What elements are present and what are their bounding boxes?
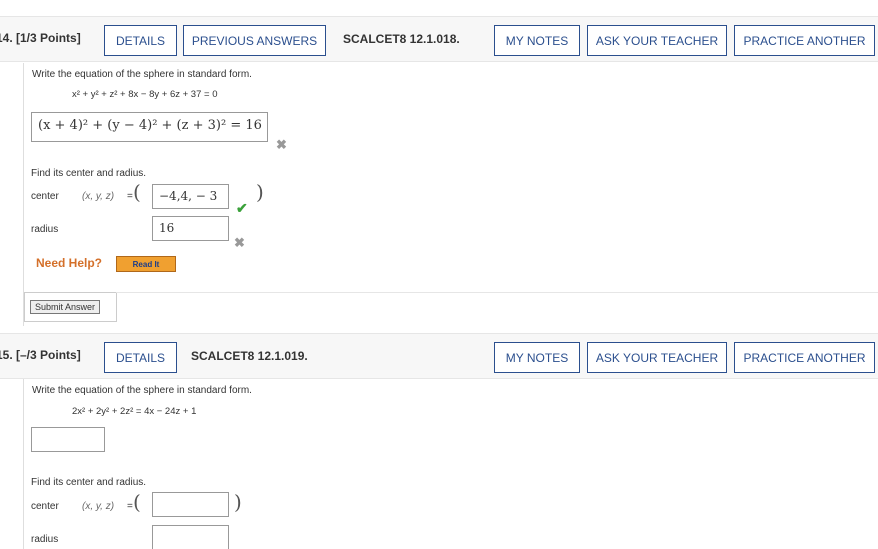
center-variables: (x, y, z) [82,501,115,512]
question-15-body: Write the equation of the sphere in stan… [23,379,878,549]
previous-answers-button[interactable]: PREVIOUS ANSWERS [183,25,326,56]
center-answer-field[interactable] [152,492,229,517]
open-paren: ( [133,180,141,204]
practice-another-button[interactable]: PRACTICE ANOTHER [734,342,875,373]
radius-answer-field[interactable]: 16 [152,216,229,241]
question-14-body: Write the equation of the sphere in stan… [23,63,878,326]
center-answer-field[interactable]: −4,4, − 3 [152,184,229,209]
find-center-radius-text: Find its center and radius. [31,168,147,179]
equals-sign: = [127,501,133,512]
close-paren: ) [234,490,242,514]
section-divider [116,292,878,293]
equals-sign: = [127,191,133,202]
given-equation: x² + y² + z² + 8x − 8y + 6z + 37 = 0 [72,89,218,100]
given-equation: 2x² + 2y² + 2z² = 4x − 24z + 1 [72,406,197,417]
incorrect-icon: ✖ [276,137,287,152]
correct-checkmark-icon: ✔ [236,200,248,216]
my-notes-button[interactable]: MY NOTES [494,342,580,373]
read-it-button[interactable]: Read It [116,256,176,272]
center-label: center [31,191,59,202]
submit-area: Submit Answer [24,292,117,322]
close-paren: ) [256,180,264,204]
center-variables: (x, y, z) [82,191,115,202]
question-14-header: 14. [1/3 Points] DETAILS PREVIOUS ANSWER… [0,16,878,62]
radius-answer-field[interactable] [152,525,229,549]
radius-label: radius [31,534,59,545]
need-help-label: Need Help? [36,256,103,270]
equation-answer-field[interactable] [31,427,105,452]
details-button[interactable]: DETAILS [104,25,177,56]
question-15-header: 15. [–/3 Points] DETAILS SCALCET8 12.1.0… [0,333,878,379]
practice-another-button[interactable]: PRACTICE ANOTHER [734,25,875,56]
ask-your-teacher-button[interactable]: ASK YOUR TEACHER [587,25,727,56]
question-code: SCALCET8 12.1.019. [191,349,308,363]
question-code: SCALCET8 12.1.018. [343,32,460,46]
submit-answer-button[interactable]: Submit Answer [30,300,101,314]
radius-label: radius [31,224,59,235]
my-notes-button[interactable]: MY NOTES [494,25,580,56]
open-paren: ( [133,490,141,514]
incorrect-icon: ✖ [234,235,245,250]
question-number: 14. [1/3 Points] [0,31,81,45]
equation-answer-field[interactable]: (x + 4)² + (y − 4)² + (z + 3)² = 16 [31,112,268,142]
details-button[interactable]: DETAILS [104,342,177,373]
center-label: center [31,501,59,512]
find-center-radius-text: Find its center and radius. [31,477,147,488]
ask-your-teacher-button[interactable]: ASK YOUR TEACHER [587,342,727,373]
question-prompt: Write the equation of the sphere in stan… [32,385,252,396]
question-prompt: Write the equation of the sphere in stan… [32,69,252,80]
question-number: 15. [–/3 Points] [0,348,81,362]
